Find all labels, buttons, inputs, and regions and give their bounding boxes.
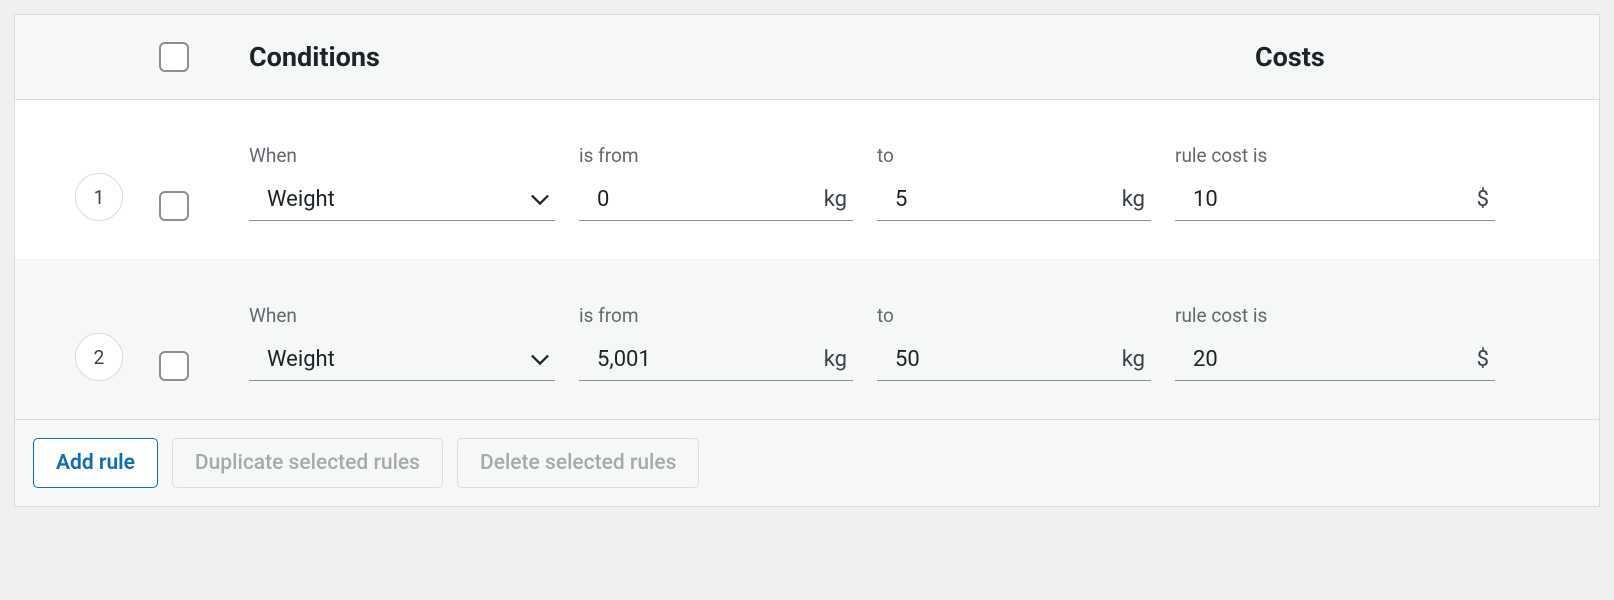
cost-field: rule cost is $	[1175, 144, 1495, 221]
header-costs-label: Costs	[1255, 41, 1575, 73]
from-input[interactable]	[579, 187, 824, 212]
to-field: to kg	[877, 304, 1175, 381]
cost-unit: $	[1477, 187, 1495, 212]
cost-unit: $	[1477, 347, 1495, 372]
rule-index-badge: 1	[75, 173, 123, 221]
add-rule-button[interactable]: Add rule	[33, 438, 158, 488]
rules-panel: Conditions Costs 1 When Weight is from k…	[14, 14, 1600, 507]
rules-footer: Add rule Duplicate selected rules Delete…	[15, 419, 1599, 506]
from-unit: kg	[824, 347, 853, 372]
select-all-checkbox[interactable]	[159, 42, 189, 72]
condition-type-select[interactable]: Weight	[249, 343, 555, 381]
is-from-label: is from	[579, 304, 853, 327]
to-input[interactable]	[877, 347, 1122, 372]
from-field: is from kg	[579, 304, 877, 381]
cost-input[interactable]	[1175, 187, 1477, 212]
chevron-down-icon	[531, 354, 555, 366]
cost-input[interactable]	[1175, 347, 1477, 372]
rule-row: 1 When Weight is from kg to k	[15, 100, 1599, 259]
from-field: is from kg	[579, 144, 877, 221]
chevron-down-icon	[531, 194, 555, 206]
is-from-label: is from	[579, 144, 853, 167]
delete-rules-button[interactable]: Delete selected rules	[457, 438, 699, 488]
to-label: to	[877, 304, 1151, 327]
to-unit: kg	[1122, 187, 1151, 212]
from-unit: kg	[824, 187, 853, 212]
when-label: When	[249, 304, 555, 327]
cost-field: rule cost is $	[1175, 304, 1495, 381]
condition-type-field: When Weight	[249, 144, 579, 221]
to-label: to	[877, 144, 1151, 167]
rules-header: Conditions Costs	[15, 15, 1599, 100]
to-input[interactable]	[877, 187, 1122, 212]
condition-type-value: Weight	[249, 187, 531, 212]
duplicate-rules-button[interactable]: Duplicate selected rules	[172, 438, 443, 488]
select-row-checkbox[interactable]	[159, 191, 189, 221]
condition-type-value: Weight	[249, 347, 531, 372]
rule-index-badge: 2	[75, 333, 123, 381]
to-field: to kg	[877, 144, 1175, 221]
condition-type-field: When Weight	[249, 304, 579, 381]
rule-row: 2 When Weight is from kg to k	[15, 259, 1599, 419]
rule-cost-label: rule cost is	[1175, 304, 1495, 327]
condition-type-select[interactable]: Weight	[249, 183, 555, 221]
select-row-checkbox[interactable]	[159, 351, 189, 381]
rule-cost-label: rule cost is	[1175, 144, 1495, 167]
to-unit: kg	[1122, 347, 1151, 372]
when-label: When	[249, 144, 555, 167]
from-input[interactable]	[579, 347, 824, 372]
header-conditions-label: Conditions	[249, 41, 1255, 73]
